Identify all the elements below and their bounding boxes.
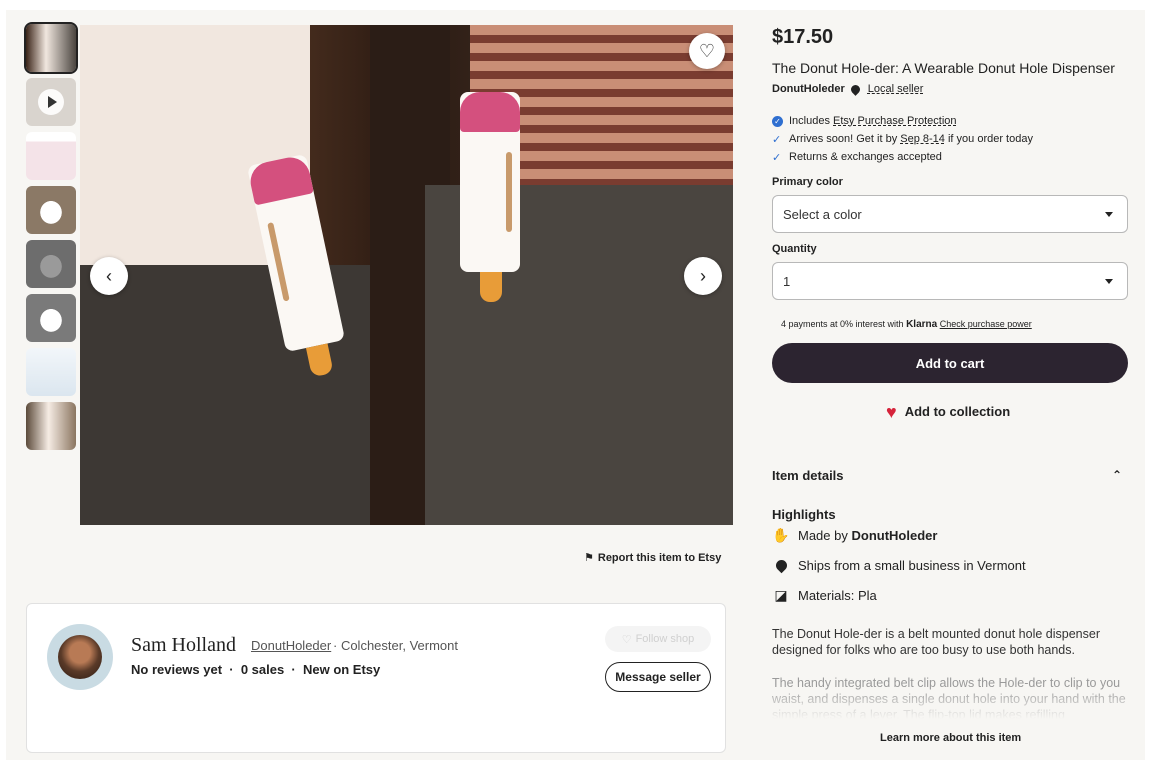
avatar[interactable] xyxy=(58,635,102,679)
check-icon: ✓ xyxy=(772,133,782,146)
local-seller-link[interactable]: Local seller xyxy=(868,83,924,95)
caret-down-icon xyxy=(1105,212,1113,217)
check-icon: ✓ xyxy=(772,151,782,164)
flag-icon: ⚑ xyxy=(584,552,594,564)
play-icon xyxy=(38,89,64,115)
materials-text: Materials: Pla xyxy=(798,587,877,603)
add-to-collection-button[interactable]: ♥ Add to collection xyxy=(886,401,1011,422)
ships-from-text: Ships from a small business in Vermont xyxy=(798,557,1026,573)
follow-label: Follow shop xyxy=(635,633,695,645)
favorite-heart-button[interactable]: ♡ xyxy=(689,33,725,69)
report-item-link[interactable]: ⚑ Report this item to Etsy xyxy=(584,551,722,565)
highlight-made-by: ✋ Made by DonutHoleder xyxy=(772,527,937,543)
chevron-left-icon: ‹ xyxy=(106,265,112,286)
hand-icon: ✋ xyxy=(772,526,790,543)
location-pin-icon xyxy=(848,82,862,96)
highlight-ships-from: Ships from a small business in Vermont xyxy=(772,557,1026,573)
listing-title: The Donut Hole-der: A Wearable Donut Hol… xyxy=(772,60,1115,76)
caret-down-icon xyxy=(1105,279,1113,284)
image-dispenser-right xyxy=(460,92,520,302)
location-pin-icon xyxy=(772,557,790,573)
seller-location: · Colchester, Vermont xyxy=(333,638,458,653)
primary-color-value: Select a color xyxy=(783,206,862,222)
seller-avatar-frame xyxy=(47,624,113,690)
add-to-cart-button[interactable]: Add to cart xyxy=(772,343,1128,383)
highlights-heading: Highlights xyxy=(772,507,836,522)
perk-arrival: ✓ Arrives soon! Get it by Sep 8-14 if yo… xyxy=(772,130,1033,148)
perks-list: ✓ Includes Etsy Purchase Protection ✓ Ar… xyxy=(772,112,1033,166)
klarna-note: 4 payments at 0% interest with Klarna Ch… xyxy=(781,319,1032,330)
previous-image-button[interactable]: ‹ xyxy=(90,257,128,295)
next-image-button[interactable]: › xyxy=(684,257,722,295)
arrival-date-link[interactable]: Sep 8-14 xyxy=(900,133,945,145)
klarna-logo: Klarna xyxy=(906,319,938,330)
thumbnail-4[interactable] xyxy=(26,186,76,234)
heart-filled-icon: ♥ xyxy=(886,401,897,422)
chevron-right-icon: › xyxy=(700,265,706,286)
primary-color-label: Primary color xyxy=(772,176,843,188)
thumbnail-1[interactable] xyxy=(24,22,78,74)
seller-stats: No reviews yet · 0 sales · New on Etsy xyxy=(131,662,381,677)
description-paragraph-1: The Donut Hole-der is a belt mounted don… xyxy=(772,627,1100,657)
follow-shop-button[interactable]: ♡ Follow shop xyxy=(605,626,711,652)
seller-name: Sam Holland xyxy=(131,634,236,656)
highlight-materials: ◪ Materials: Pla xyxy=(772,586,877,603)
item-details-heading: Item details xyxy=(772,468,844,483)
thumbnail-6[interactable] xyxy=(26,294,76,342)
quantity-label: Quantity xyxy=(772,243,817,255)
report-label: Report this item to Etsy xyxy=(597,551,722,564)
purchase-protection-link[interactable]: Etsy Purchase Protection xyxy=(833,115,957,127)
thumbnail-strip xyxy=(24,22,78,456)
thumbnail-3[interactable] xyxy=(26,132,76,180)
heart-outline-icon: ♡ xyxy=(621,633,632,646)
perk-returns: ✓ Returns & exchanges accepted xyxy=(772,148,1033,166)
thumbnail-7[interactable] xyxy=(26,348,76,396)
seller-card: Sam Holland DonutHoleder · Colchester, V… xyxy=(26,603,726,753)
message-seller-button[interactable]: Message seller xyxy=(605,662,711,692)
shop-line: DonutHoleder Local seller xyxy=(772,82,924,96)
thumbnail-5[interactable] xyxy=(26,240,76,288)
perk-text: Includes Etsy Purchase Protection xyxy=(789,115,957,127)
thumbnail-8[interactable] xyxy=(26,402,76,450)
heart-outline-icon: ♡ xyxy=(698,40,716,61)
chevron-up-icon: ⌃ xyxy=(1111,468,1122,482)
description-paragraph-2: The handy integrated belt clip allows th… xyxy=(772,676,1126,719)
made-by-shop: DonutHoleder xyxy=(851,527,938,543)
learn-more-link[interactable]: Learn more about this item xyxy=(880,732,1021,744)
main-product-image: ♡ ‹ › xyxy=(80,25,733,525)
price: $17.50 xyxy=(772,26,834,48)
perk-text: Arrives soon! Get it by Sep 8-14 if you … xyxy=(789,133,1033,145)
seller-shop-link[interactable]: DonutHoleder xyxy=(251,638,331,653)
made-by-text: Made by DonutHoleder xyxy=(798,527,938,543)
check-purchase-power-link[interactable]: Check purchase power xyxy=(940,319,1032,329)
materials-icon: ◪ xyxy=(774,586,788,603)
perk-text: Returns & exchanges accepted xyxy=(789,151,942,163)
shop-name-link[interactable]: DonutHoleder xyxy=(772,83,845,95)
add-to-collection-label: Add to collection xyxy=(904,404,1011,419)
thumbnail-video[interactable] xyxy=(26,78,76,126)
primary-color-select[interactable]: Select a color xyxy=(772,195,1128,233)
item-details-toggle[interactable]: Item details ⌃ xyxy=(772,468,1128,483)
verified-badge-icon: ✓ xyxy=(772,115,783,127)
perk-purchase-protection: ✓ Includes Etsy Purchase Protection xyxy=(772,112,1033,130)
quantity-value: 1 xyxy=(783,273,791,289)
quantity-select[interactable]: 1 xyxy=(772,262,1128,300)
